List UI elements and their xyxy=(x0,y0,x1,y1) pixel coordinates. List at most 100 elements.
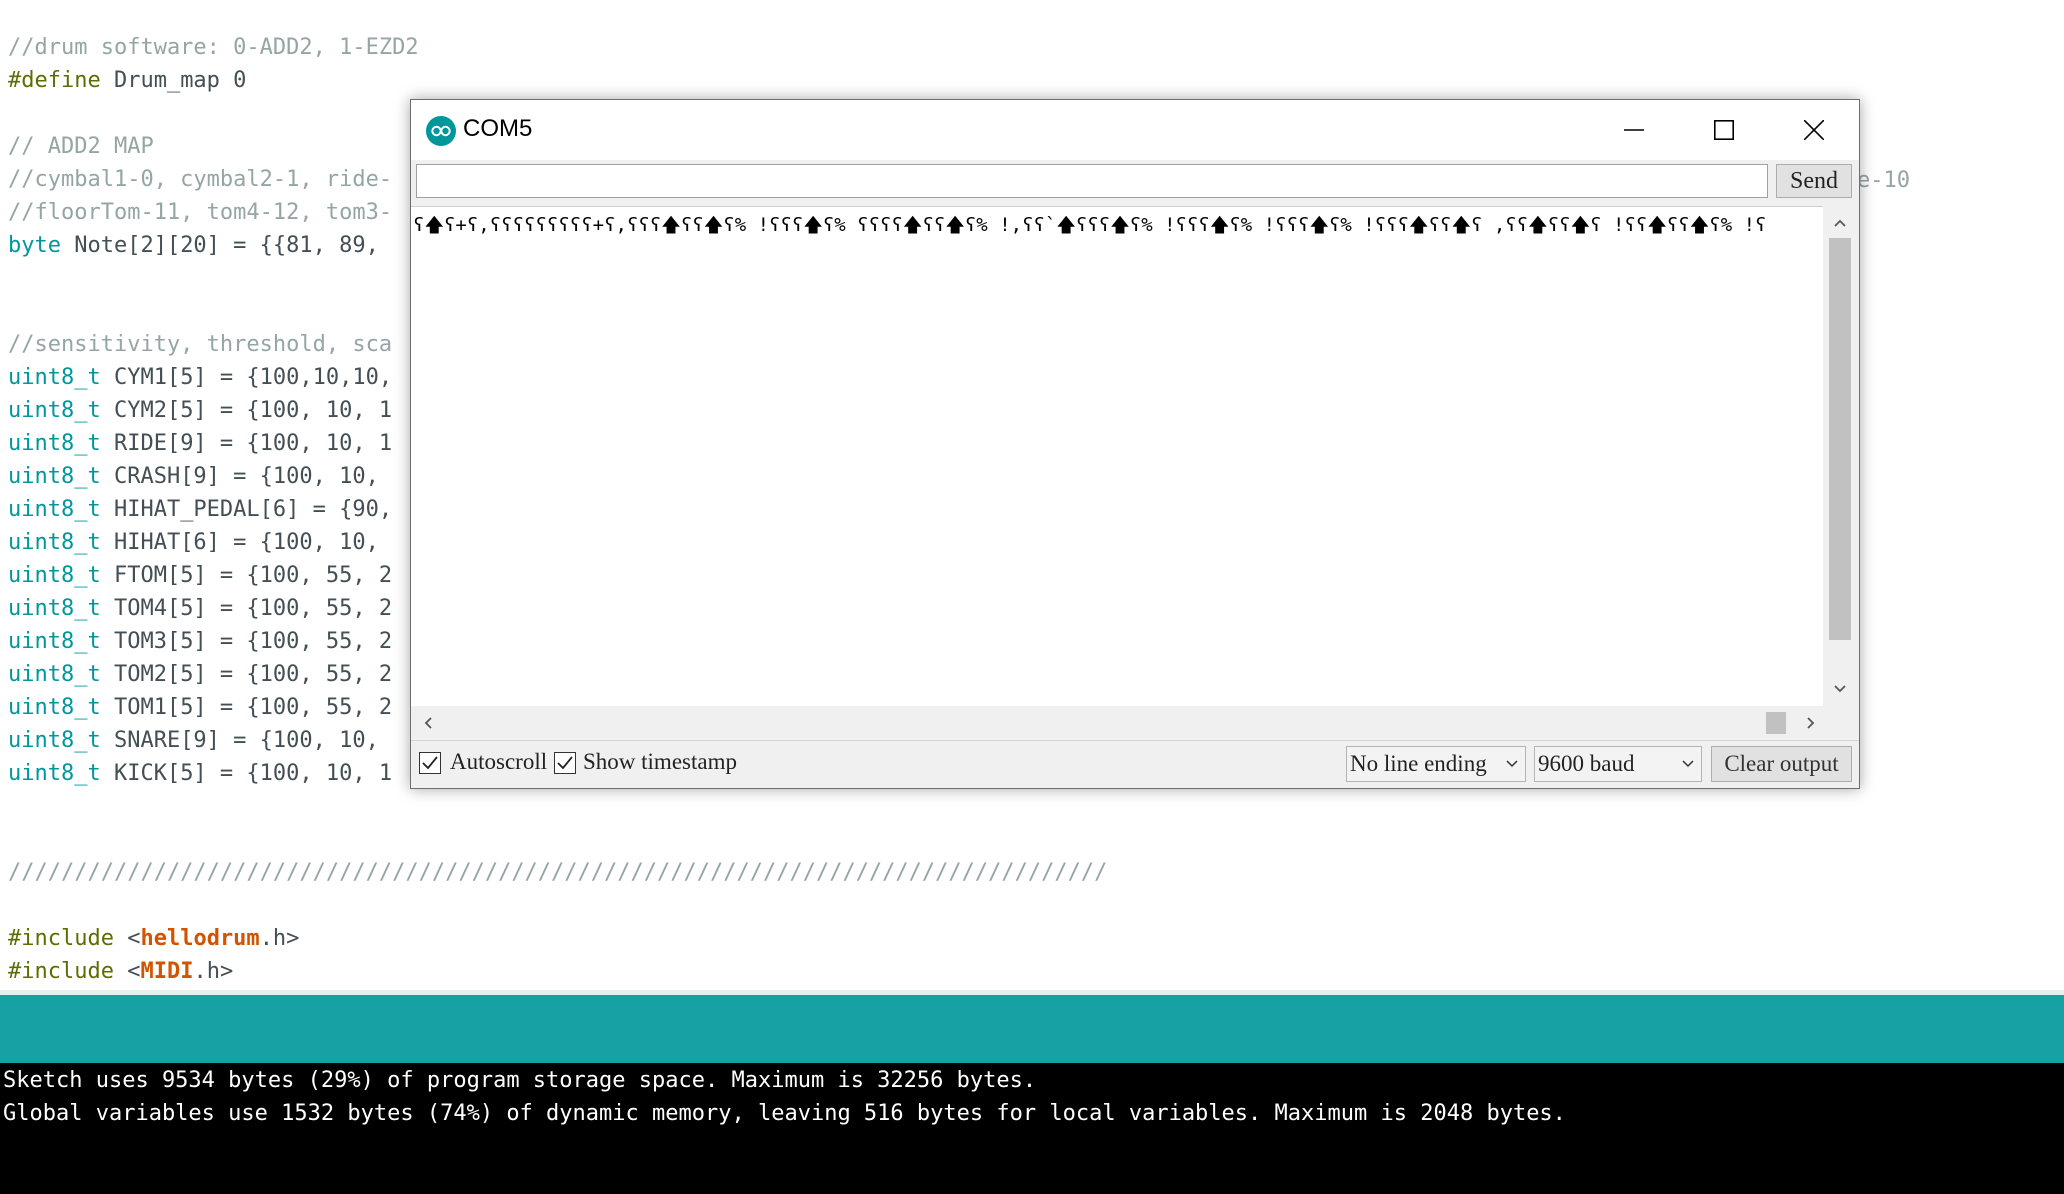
code-line[interactable]: //sensitivity, threshold, sca xyxy=(8,328,392,361)
serial-output-area[interactable]: ʕ🡅ʕ+ʕ,ʕʕʕʕʕʕʕʕʕ+ʕ,ʕʕʕ🡅ʕʕ🡅ʕ% !ʕʕʕ🡅ʕ% ʕʕʕʕ… xyxy=(411,206,1833,707)
code-line[interactable]: uint8_t KICK[5] = {100, 10, 1 xyxy=(8,757,392,790)
scroll-left-icon[interactable] xyxy=(419,714,437,732)
output-console[interactable]: Sketch uses 9534 bytes (29%) of program … xyxy=(0,1063,2064,1194)
code-token: RIDE[9] = {100, 10, 1 xyxy=(100,431,393,456)
autoscroll-checkbox[interactable] xyxy=(419,752,441,774)
code-line[interactable]: uint8_t HIHAT_PEDAL[6] = {90, xyxy=(8,493,392,526)
code-token: uint8_t xyxy=(8,365,101,390)
scroll-right-icon[interactable] xyxy=(1802,714,1820,732)
code-token: #define xyxy=(8,68,101,93)
code-token: uint8_t xyxy=(8,563,101,588)
code-token: uint8_t xyxy=(8,431,101,456)
code-line[interactable]: uint8_t CYM2[5] = {100, 10, 1 xyxy=(8,394,392,427)
maximize-icon xyxy=(1714,120,1734,140)
code-token: //sensitivity, threshold, sca xyxy=(8,332,393,357)
code-token: #include xyxy=(8,926,114,951)
minimize-button[interactable] xyxy=(1589,100,1679,160)
code-token: CYM2[5] = {100, 10, 1 xyxy=(100,398,393,423)
console-line-memory: Global variables use 1532 bytes (74%) of… xyxy=(3,1101,1566,1126)
code-token: Note[2][20] = {{81, 89, xyxy=(60,233,379,258)
console-line-storage: Sketch uses 9534 bytes (29%) of program … xyxy=(3,1068,1037,1093)
code-line[interactable]: //floorTom-11, tom4-12, tom3- xyxy=(8,196,392,229)
code-token: #include xyxy=(8,959,114,984)
checkmark-icon xyxy=(422,756,438,770)
code-line[interactable]: byte Note[2][20] = {{81, 89, xyxy=(8,229,379,262)
code-line[interactable]: uint8_t SNARE[9] = {100, 10, xyxy=(8,724,379,757)
scroll-down-icon[interactable] xyxy=(1831,680,1849,698)
code-token: //cymbal1-0, cymbal2-1, ride- xyxy=(8,167,393,192)
code-token: //floorTom-11, tom4-12, tom3- xyxy=(8,200,393,225)
code-token: hellodrum xyxy=(140,926,260,951)
clear-output-button[interactable]: Clear output xyxy=(1711,746,1852,782)
baud-rate-select[interactable]: 9600 baud xyxy=(1534,746,1702,782)
code-token: uint8_t xyxy=(8,398,101,423)
code-line[interactable]: uint8_t FTOM[5] = {100, 55, 2 xyxy=(8,559,392,592)
code-token: KICK[5] = {100, 10, 1 xyxy=(100,761,393,786)
checkmark-icon xyxy=(557,756,573,770)
arduino-logo-icon xyxy=(426,116,456,146)
code-token: uint8_t xyxy=(8,629,101,654)
serial-controls-bar: Autoscroll Show timestamp No line ending… xyxy=(411,740,1859,788)
minimize-icon xyxy=(1624,129,1644,131)
vertical-scroll-thumb[interactable] xyxy=(1829,238,1851,640)
send-button[interactable]: Send xyxy=(1776,164,1852,198)
scroll-up-icon[interactable] xyxy=(1831,214,1849,232)
code-line[interactable]: //drum software: 0-ADD2, 1-EZD2 xyxy=(8,31,419,64)
code-token: Drum_map 0 xyxy=(100,68,247,93)
close-icon xyxy=(1804,120,1824,140)
title-bar[interactable]: COM5 xyxy=(411,100,1859,160)
code-line[interactable]: // ADD2 MAP xyxy=(8,130,154,163)
code-token: CRASH[9] = {100, 10, xyxy=(100,464,379,489)
show-timestamp-checkbox[interactable] xyxy=(554,752,576,774)
baud-rate-value: 9600 baud xyxy=(1538,751,1635,776)
code-token: byte xyxy=(8,233,61,258)
code-line[interactable]: ////////////////////////////////////////… xyxy=(8,856,1107,889)
code-line[interactable]: uint8_t CRASH[9] = {100, 10, xyxy=(8,460,379,493)
code-line[interactable]: #define Drum_map 0 xyxy=(8,64,246,97)
code-token: uint8_t xyxy=(8,530,101,555)
close-button[interactable] xyxy=(1769,100,1859,160)
code-line[interactable]: uint8_t TOM2[5] = {100, 55, 2 xyxy=(8,658,392,691)
code-token: ////////////////////////////////////////… xyxy=(8,860,1108,885)
code-line[interactable]: uint8_t TOM4[5] = {100, 55, 2 xyxy=(8,592,392,625)
code-token: uint8_t xyxy=(8,728,101,753)
chevron-down-icon xyxy=(1682,760,1694,768)
code-token: uint8_t xyxy=(8,662,101,687)
code-token: TOM2[5] = {100, 55, 2 xyxy=(100,662,393,687)
serial-monitor-window[interactable]: COM5 Send ʕ🡅ʕ+ʕ,ʕʕʕʕʕʕʕʕʕ+ʕ,ʕʕʕ🡅ʕʕ🡅ʕ% !ʕ… xyxy=(410,99,1860,789)
code-line[interactable]: #include <MIDI.h> xyxy=(8,955,233,988)
horizontal-scrollbar[interactable] xyxy=(411,706,1833,740)
send-row: Send xyxy=(411,160,1859,204)
code-token: CYM1[5] = {100,10,10, xyxy=(100,365,393,390)
serial-output-text: ʕ🡅ʕ+ʕ,ʕʕʕʕʕʕʕʕʕ+ʕ,ʕʕʕ🡅ʕʕ🡅ʕ% !ʕʕʕ🡅ʕ% ʕʕʕʕ… xyxy=(413,214,1767,236)
code-token: TOM3[5] = {100, 55, 2 xyxy=(100,629,393,654)
code-line[interactable]: //cymbal1-0, cymbal2-1, ride- xyxy=(8,163,392,196)
code-line[interactable]: uint8_t RIDE[9] = {100, 10, 1 xyxy=(8,427,392,460)
code-token: // ADD2 MAP xyxy=(8,134,154,159)
line-ending-select[interactable]: No line ending xyxy=(1346,746,1526,782)
serial-send-input[interactable] xyxy=(416,164,1768,198)
code-line[interactable]: uint8_t CYM1[5] = {100,10,10, xyxy=(8,361,392,394)
code-token: SNARE[9] = {100, 10, xyxy=(100,728,379,753)
code-line[interactable]: uint8_t HIHAT[6] = {100, 10, xyxy=(8,526,379,559)
code-token: < xyxy=(113,959,141,984)
vertical-scrollbar[interactable] xyxy=(1823,206,1857,706)
code-token: uint8_t xyxy=(8,497,101,522)
code-token: uint8_t xyxy=(8,464,101,489)
code-token: < xyxy=(113,926,141,951)
code-token: HIHAT[6] = {100, 10, xyxy=(100,530,379,555)
code-token: uint8_t xyxy=(8,761,101,786)
code-token: .h> xyxy=(193,959,234,984)
horizontal-scroll-thumb[interactable] xyxy=(1766,712,1786,734)
code-line[interactable]: #include <hellodrum.h> xyxy=(8,922,299,955)
code-token: HIHAT_PEDAL[6] = {90, xyxy=(100,497,393,522)
code-line[interactable]: uint8_t TOM1[5] = {100, 55, 2 xyxy=(8,691,392,724)
chevron-down-icon xyxy=(1506,760,1518,768)
status-bar xyxy=(0,995,2064,1063)
line-ending-value: No line ending xyxy=(1350,751,1487,776)
code-line[interactable]: uint8_t TOM3[5] = {100, 55, 2 xyxy=(8,625,392,658)
show-timestamp-label[interactable]: Show timestamp xyxy=(583,748,737,776)
autoscroll-label[interactable]: Autoscroll xyxy=(450,748,547,776)
window-title: COM5 xyxy=(463,115,533,142)
maximize-button[interactable] xyxy=(1679,100,1769,160)
